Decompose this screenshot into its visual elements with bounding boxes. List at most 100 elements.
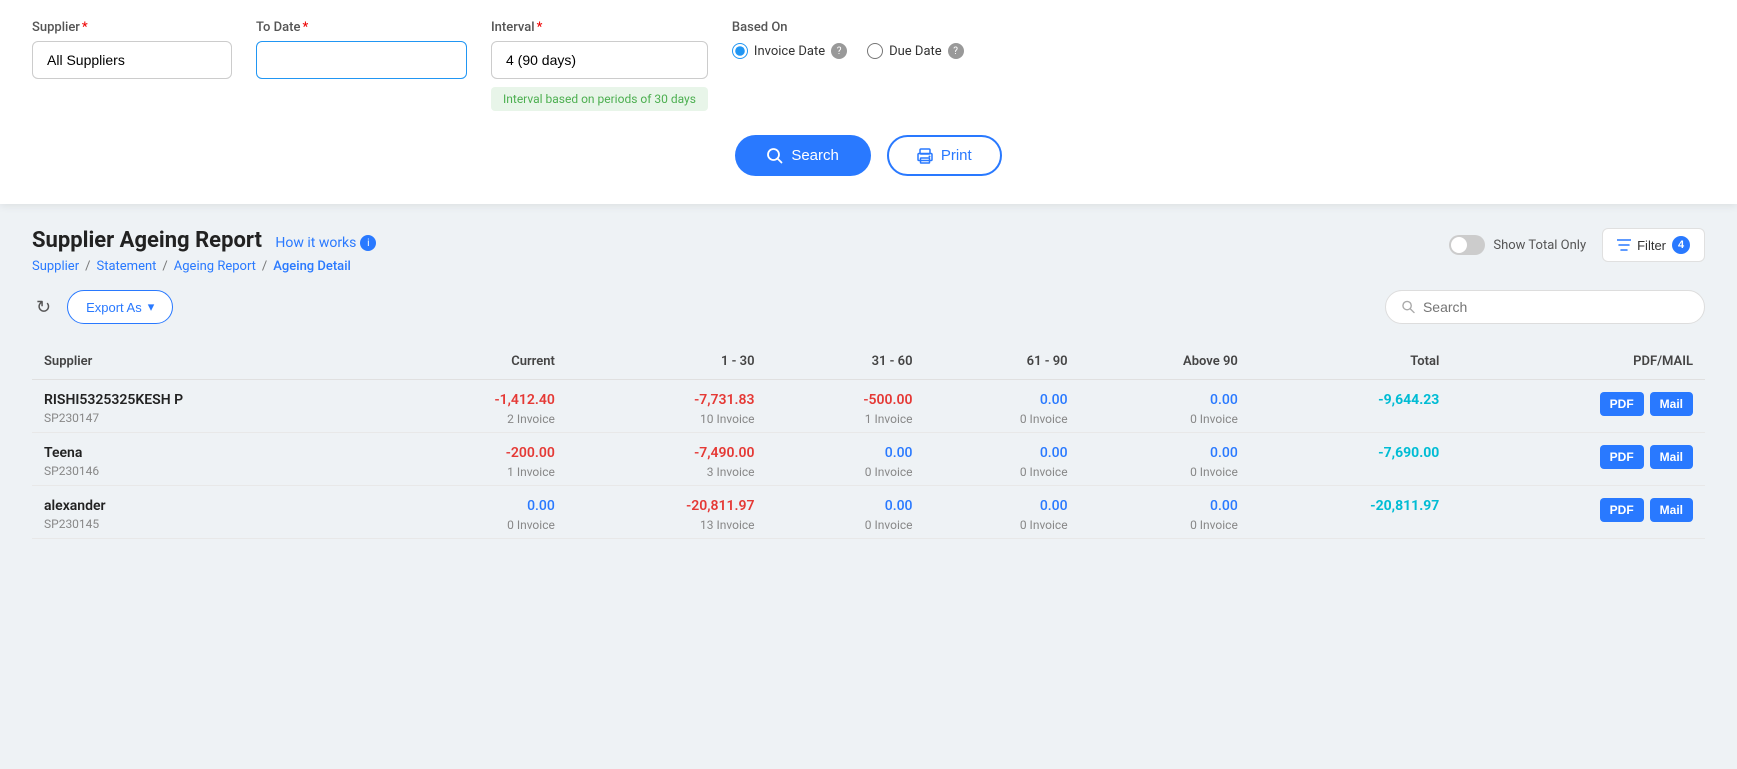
range3-amount-2: 0.00	[937, 498, 1068, 514]
above90-cell-1: 0.00 0 Invoice	[1080, 433, 1250, 486]
above90-invoices-1: 0 Invoice	[1092, 465, 1238, 479]
supplier-label: Supplier*	[32, 20, 232, 35]
interval-group: Interval* 4 (90 days) Interval based on …	[491, 20, 708, 111]
current-cell-1: -200.00 1 Invoice	[384, 433, 566, 486]
supplier-group: Supplier* All Suppliers	[32, 20, 232, 79]
pdf-mail-cell-2: PDF Mail	[1451, 486, 1705, 539]
total-cell-0: -9,644.23	[1250, 380, 1452, 433]
invoice-date-radio[interactable]	[732, 43, 748, 59]
pdf-mail-cell-0: PDF Mail	[1451, 380, 1705, 433]
table-row: RISHI5325325KESH P SP230147 -1,412.40 2 …	[32, 380, 1705, 433]
export-chevron-icon: ▾	[148, 299, 155, 315]
total-cell-1: -7,690.00	[1250, 433, 1452, 486]
pdf-button-2[interactable]: PDF	[1600, 498, 1644, 522]
mail-button-0[interactable]: Mail	[1650, 392, 1693, 416]
filter-button[interactable]: Filter 4	[1602, 228, 1705, 262]
interval-select[interactable]: 4 (90 days)	[491, 41, 708, 79]
print-button[interactable]: Print	[887, 135, 1002, 176]
search-box-icon	[1402, 300, 1415, 314]
range1-amount-0: -7,731.83	[579, 392, 755, 408]
range2-invoices-2: 0 Invoice	[779, 518, 913, 532]
to-date-group: To Date* 07-12-2023	[256, 20, 467, 79]
range2-amount-0: -500.00	[779, 392, 913, 408]
interval-label: Interval*	[491, 20, 708, 35]
how-it-works-label: How it works	[275, 235, 356, 251]
data-table: Supplier Current 1 - 30 31 - 60 61 - 90 …	[32, 344, 1705, 539]
col-current: Current	[384, 344, 566, 380]
range2-amount-2: 0.00	[779, 498, 913, 514]
current-invoices-0: 2 Invoice	[396, 412, 554, 426]
due-date-radio[interactable]	[867, 43, 883, 59]
pdf-mail-cell-1: PDF Mail	[1451, 433, 1705, 486]
mail-button-1[interactable]: Mail	[1650, 445, 1693, 469]
based-on-label: Based On	[732, 20, 964, 35]
table-header-row: Supplier Current 1 - 30 31 - 60 61 - 90 …	[32, 344, 1705, 380]
refresh-button[interactable]: ↻	[32, 293, 55, 322]
range2-invoices-0: 1 Invoice	[779, 412, 913, 426]
due-date-help-icon[interactable]: ?	[948, 43, 964, 59]
range2-cell-0: -500.00 1 Invoice	[767, 380, 925, 433]
how-it-works-link[interactable]: How it works i	[275, 235, 376, 251]
toolbar: ↻ Export As ▾	[32, 290, 1705, 324]
above90-cell-0: 0.00 0 Invoice	[1080, 380, 1250, 433]
above90-amount-0: 0.00	[1092, 392, 1238, 408]
col-61-90: 61 - 90	[925, 344, 1080, 380]
above90-amount-2: 0.00	[1092, 498, 1238, 514]
search-box[interactable]	[1385, 290, 1705, 324]
range3-amount-1: 0.00	[937, 445, 1068, 461]
table-row: Teena SP230146 -200.00 1 Invoice -7,490.…	[32, 433, 1705, 486]
invoice-date-label: Invoice Date	[754, 44, 825, 59]
to-date-input[interactable]: 07-12-2023	[256, 41, 467, 79]
current-cell-0: -1,412.40 2 Invoice	[384, 380, 566, 433]
breadcrumb-supplier[interactable]: Supplier	[32, 259, 79, 274]
export-label: Export As	[86, 300, 142, 315]
current-cell-2: 0.00 0 Invoice	[384, 486, 566, 539]
current-invoices-1: 1 Invoice	[396, 465, 554, 479]
show-total-toggle-row: Show Total Only	[1449, 235, 1586, 255]
breadcrumb-statement[interactable]: Statement	[96, 259, 156, 274]
pdf-button-1[interactable]: PDF	[1600, 445, 1644, 469]
range2-cell-1: 0.00 0 Invoice	[767, 433, 925, 486]
total-amount-0: -9,644.23	[1262, 392, 1440, 408]
col-total: Total	[1250, 344, 1452, 380]
info-icon: i	[360, 235, 376, 251]
invoice-date-help-icon[interactable]: ?	[831, 43, 847, 59]
range1-invoices-0: 10 Invoice	[579, 412, 755, 426]
interval-note: Interval based on periods of 30 days	[491, 87, 708, 111]
breadcrumb-ageing-detail[interactable]: Ageing Detail	[273, 259, 351, 274]
search-input[interactable]	[1423, 299, 1688, 315]
to-date-label: To Date*	[256, 20, 467, 35]
export-button[interactable]: Export As ▾	[67, 290, 173, 324]
pdf-button-0[interactable]: PDF	[1600, 392, 1644, 416]
range1-cell-1: -7,490.00 3 Invoice	[567, 433, 767, 486]
search-icon	[767, 148, 783, 164]
supplier-id-0: SP230147	[44, 411, 372, 425]
invoice-date-option[interactable]: Invoice Date ?	[732, 43, 847, 59]
col-31-60: 31 - 60	[767, 344, 925, 380]
range3-cell-0: 0.00 0 Invoice	[925, 380, 1080, 433]
main-content: Supplier Ageing Report How it works i Su…	[0, 204, 1737, 563]
based-on-group: Based On Invoice Date ? Due Date ?	[732, 20, 964, 59]
supplier-cell-0: RISHI5325325KESH P SP230147	[32, 380, 384, 433]
search-button[interactable]: Search	[735, 135, 871, 176]
range1-invoices-2: 13 Invoice	[579, 518, 755, 532]
report-header: Supplier Ageing Report How it works i Su…	[32, 228, 1705, 274]
range2-amount-1: 0.00	[779, 445, 913, 461]
show-total-toggle[interactable]	[1449, 235, 1485, 255]
supplier-cell-2: alexander SP230145	[32, 486, 384, 539]
supplier-id-2: SP230145	[44, 517, 372, 531]
supplier-cell-1: Teena SP230146	[32, 433, 384, 486]
range3-cell-2: 0.00 0 Invoice	[925, 486, 1080, 539]
print-button-label: Print	[941, 147, 972, 164]
due-date-option[interactable]: Due Date ?	[867, 43, 964, 59]
above90-amount-1: 0.00	[1092, 445, 1238, 461]
breadcrumb-ageing-report[interactable]: Ageing Report	[174, 259, 256, 274]
supplier-select[interactable]: All Suppliers	[32, 41, 232, 79]
report-title-area: Supplier Ageing Report How it works i Su…	[32, 228, 376, 274]
range2-invoices-1: 0 Invoice	[779, 465, 913, 479]
mail-button-2[interactable]: Mail	[1650, 498, 1693, 522]
col-1-30: 1 - 30	[567, 344, 767, 380]
col-supplier: Supplier	[32, 344, 384, 380]
above90-invoices-2: 0 Invoice	[1092, 518, 1238, 532]
above90-invoices-0: 0 Invoice	[1092, 412, 1238, 426]
